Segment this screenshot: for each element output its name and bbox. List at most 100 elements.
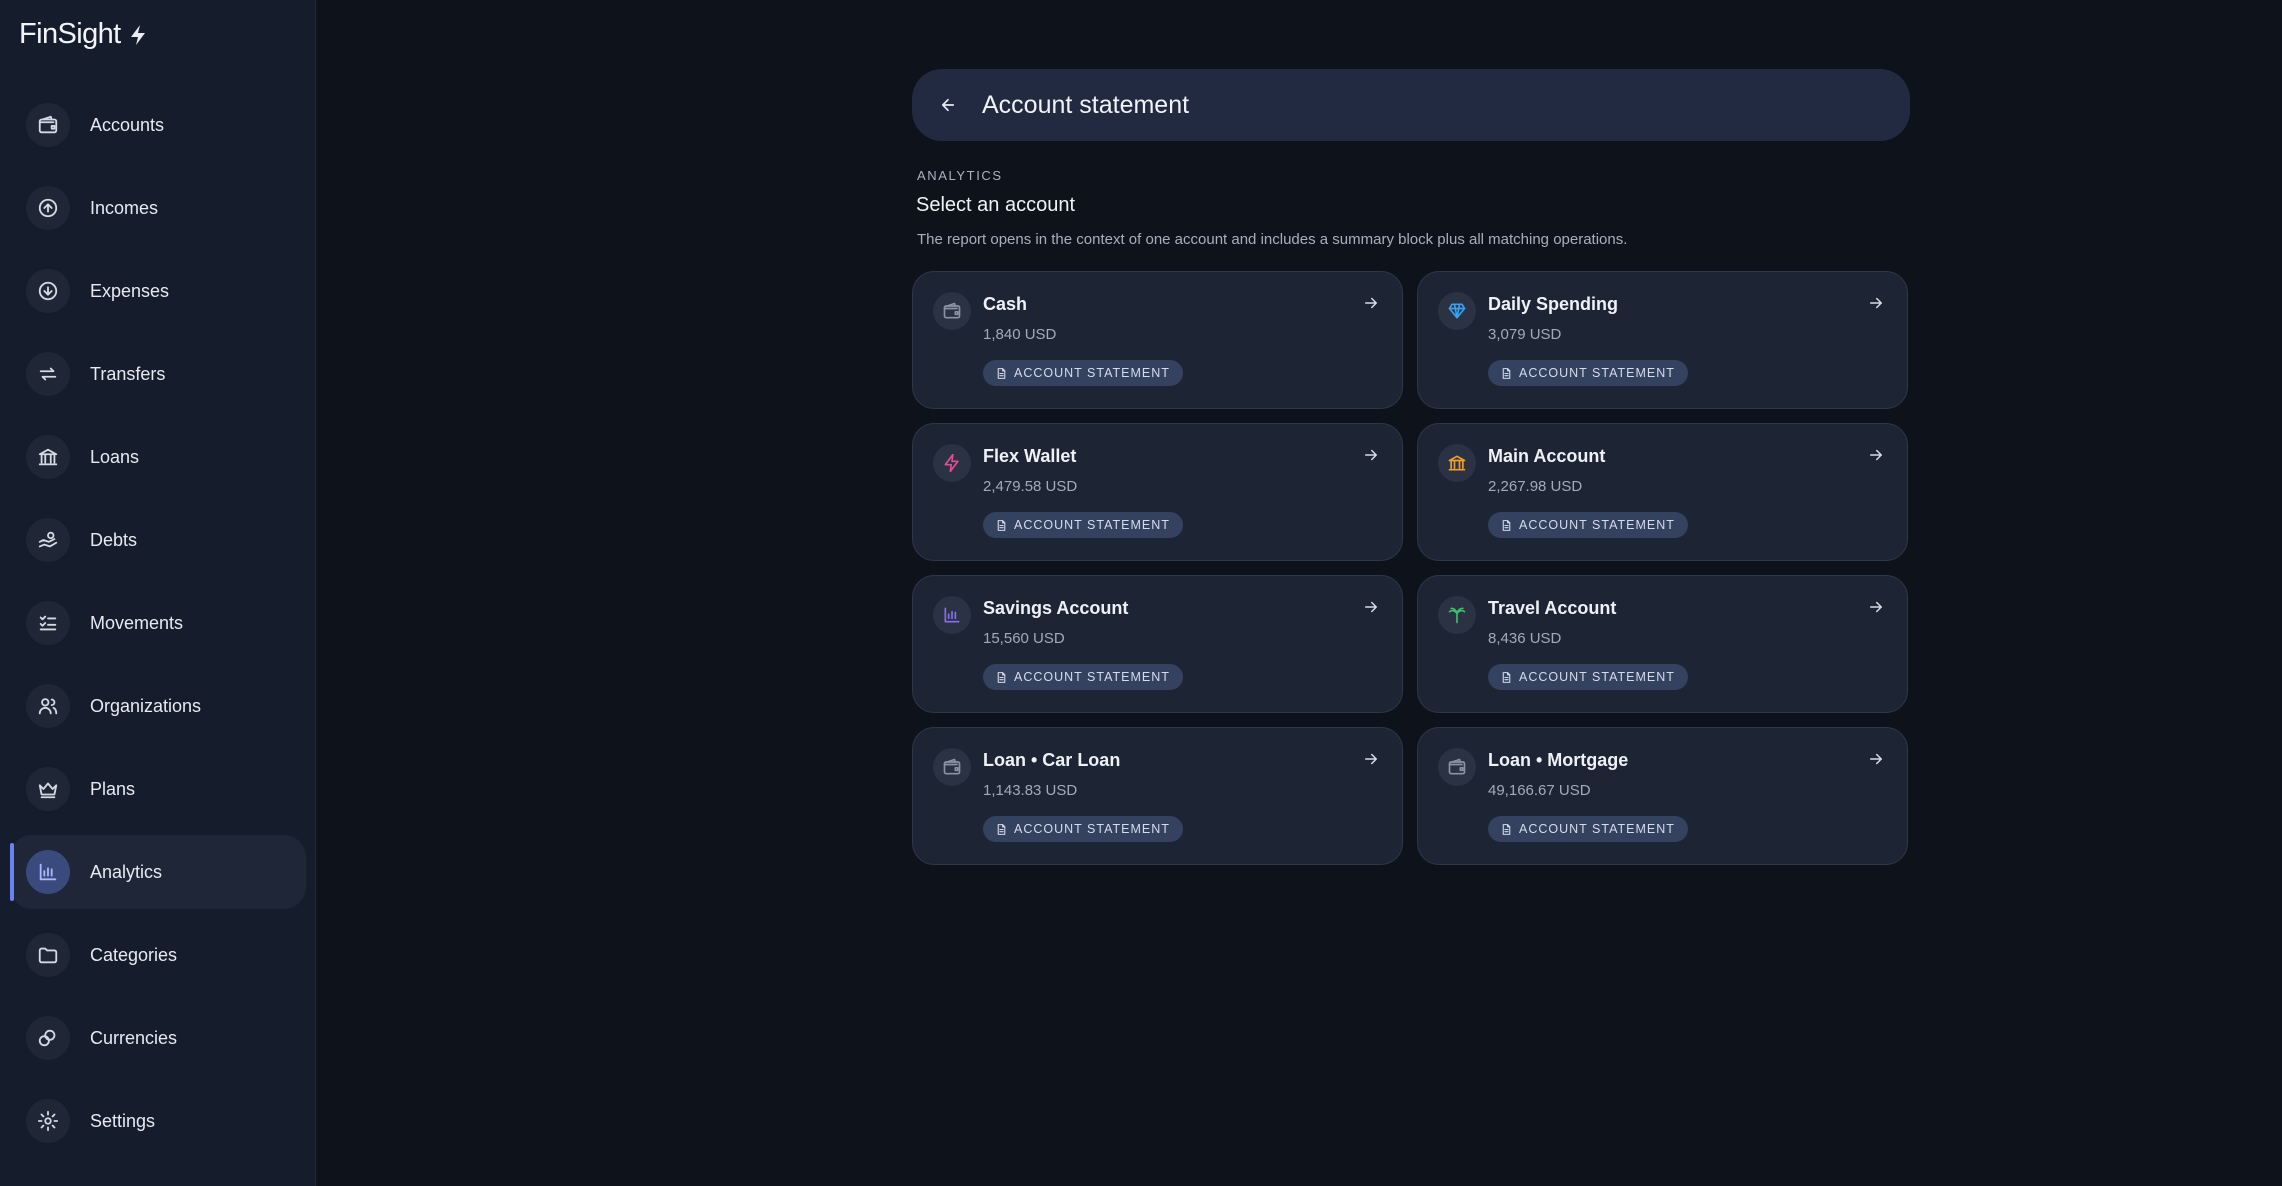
- crown-icon: [26, 767, 70, 811]
- account-statement-button[interactable]: ACCOUNT STATEMENT: [983, 664, 1183, 690]
- account-name: Cash: [983, 294, 1028, 314]
- sidebar-item-loans[interactable]: Loans: [10, 420, 306, 494]
- open-account-button[interactable]: [1867, 294, 1885, 312]
- account-balance: 1,840 USD: [983, 326, 1057, 343]
- sidebar-item-settings[interactable]: Settings: [10, 1084, 306, 1158]
- folder-icon: [38, 947, 58, 964]
- sidebar-item-debts[interactable]: Debts: [10, 503, 306, 577]
- account-name: Savings Account: [983, 598, 1129, 618]
- arrow-right-icon: [1365, 449, 1377, 461]
- sidebar-item-expenses[interactable]: Expenses: [10, 254, 306, 328]
- sidebar-item-transfers[interactable]: Transfers: [10, 337, 306, 411]
- bank-icon: [38, 448, 58, 466]
- wallet-icon: [26, 103, 70, 147]
- sidebar: FinSight Accounts Incomes Expenses Trans…: [0, 0, 316, 1186]
- list-checks-icon: [39, 615, 57, 631]
- open-account-button[interactable]: [1867, 750, 1885, 768]
- section-description: The report opens in the context of one a…: [917, 231, 1628, 248]
- bar-chart-icon: [944, 607, 960, 623]
- wallet-icon: [943, 302, 961, 319]
- account-icon: [1438, 748, 1476, 786]
- repeat-icon: [39, 367, 57, 381]
- coins-icon: [38, 1029, 56, 1047]
- page-header: Account statement: [912, 69, 1910, 141]
- arrow-down-circle-icon: [26, 269, 70, 313]
- arrow-up-circle-icon: [26, 186, 70, 230]
- sidebar-item-accounts[interactable]: Accounts: [10, 88, 306, 162]
- gear-icon: [26, 1099, 70, 1143]
- account-statement-label: ACCOUNT STATEMENT: [1519, 822, 1675, 836]
- account-statement-button[interactable]: ACCOUNT STATEMENT: [983, 360, 1183, 386]
- wallet-icon: [943, 758, 961, 775]
- account-balance: 2,267.98 USD: [1488, 478, 1583, 495]
- account-statement-button[interactable]: ACCOUNT STATEMENT: [983, 816, 1183, 842]
- account-statement-button[interactable]: ACCOUNT STATEMENT: [1488, 360, 1688, 386]
- hand-coins-icon: [38, 531, 58, 548]
- back-button[interactable]: [932, 89, 964, 121]
- arrow-right-icon: [1365, 297, 1377, 309]
- arrow-down-circle-icon: [38, 281, 58, 301]
- account-statement-label: ACCOUNT STATEMENT: [1519, 518, 1675, 532]
- bar-chart-icon: [26, 850, 70, 894]
- account-card[interactable]: Loan • Car Loan 1,143.83 USD ACCOUNT STA…: [912, 727, 1403, 865]
- open-account-button[interactable]: [1362, 750, 1380, 768]
- document-icon: [1502, 823, 1511, 835]
- arrow-right-icon: [1870, 753, 1882, 765]
- account-statement-button[interactable]: ACCOUNT STATEMENT: [983, 512, 1183, 538]
- open-account-button[interactable]: [1362, 598, 1380, 616]
- account-card[interactable]: Flex Wallet 2,479.58 USD ACCOUNT STATEME…: [912, 423, 1403, 561]
- account-icon: [1438, 596, 1476, 634]
- account-name: Travel Account: [1488, 598, 1617, 618]
- account-balance: 3,079 USD: [1488, 326, 1562, 343]
- crown-icon: [38, 782, 58, 799]
- users-icon: [26, 684, 70, 728]
- account-card[interactable]: Main Account 2,267.98 USD ACCOUNT STATEM…: [1417, 423, 1908, 561]
- open-account-button[interactable]: [1867, 598, 1885, 616]
- sidebar-item-label: Analytics: [90, 861, 163, 882]
- sidebar-item-label: Accounts: [90, 114, 165, 135]
- open-account-button[interactable]: [1867, 446, 1885, 464]
- account-icon: [933, 292, 971, 330]
- account-statement-label: ACCOUNT STATEMENT: [1014, 670, 1170, 684]
- account-statement-button[interactable]: ACCOUNT STATEMENT: [1488, 664, 1688, 690]
- sidebar-item-label: Incomes: [90, 197, 159, 218]
- sidebar-item-label: Expenses: [90, 280, 170, 301]
- folder-icon: [26, 933, 70, 977]
- document-icon: [997, 519, 1006, 531]
- sidebar-item-movements[interactable]: Movements: [10, 586, 306, 660]
- account-card[interactable]: Loan • Mortgage 49,166.67 USD ACCOUNT ST…: [1417, 727, 1908, 865]
- account-balance: 8,436 USD: [1488, 630, 1562, 647]
- sidebar-item-incomes[interactable]: Incomes: [10, 171, 306, 245]
- arrow-up-circle-icon: [38, 198, 58, 218]
- document-icon: [997, 671, 1006, 683]
- account-statement-label: ACCOUNT STATEMENT: [1014, 518, 1170, 532]
- account-statement-button[interactable]: ACCOUNT STATEMENT: [1488, 512, 1688, 538]
- sidebar-item-label: Plans: [90, 778, 136, 799]
- brand-logo[interactable]: FinSight: [19, 18, 147, 51]
- lightning-icon: [130, 24, 145, 45]
- account-name: Daily Spending: [1488, 294, 1619, 314]
- sidebar-item-currencies[interactable]: Currencies: [10, 1001, 306, 1075]
- account-name: Main Account: [1488, 446, 1606, 466]
- account-statement-label: ACCOUNT STATEMENT: [1014, 366, 1170, 380]
- account-statement-button[interactable]: ACCOUNT STATEMENT: [1488, 816, 1688, 842]
- sidebar-item-plans[interactable]: Plans: [10, 752, 306, 826]
- open-account-button[interactable]: [1362, 446, 1380, 464]
- users-icon: [38, 698, 58, 715]
- sidebar-item-categories[interactable]: Categories: [10, 918, 306, 992]
- repeat-icon: [26, 352, 70, 396]
- sidebar-item-organizations[interactable]: Organizations: [10, 669, 306, 743]
- account-name: Flex Wallet: [983, 446, 1077, 466]
- wallet-icon: [38, 115, 58, 134]
- open-account-button[interactable]: [1362, 294, 1380, 312]
- account-balance: 15,560 USD: [983, 630, 1065, 647]
- account-card[interactable]: Daily Spending 3,079 USD ACCOUNT STATEME…: [1417, 271, 1908, 409]
- account-statement-label: ACCOUNT STATEMENT: [1519, 366, 1675, 380]
- sidebar-item-analytics[interactable]: Analytics: [10, 835, 306, 909]
- account-card[interactable]: Travel Account 8,436 USD ACCOUNT STATEME…: [1417, 575, 1908, 713]
- account-card[interactable]: Cash 1,840 USD ACCOUNT STATEMENT: [912, 271, 1403, 409]
- account-icon: [1438, 444, 1476, 482]
- account-card[interactable]: Savings Account 15,560 USD ACCOUNT STATE…: [912, 575, 1403, 713]
- account-statement-label: ACCOUNT STATEMENT: [1014, 822, 1170, 836]
- section-kicker: ANALYTICS: [917, 168, 1003, 183]
